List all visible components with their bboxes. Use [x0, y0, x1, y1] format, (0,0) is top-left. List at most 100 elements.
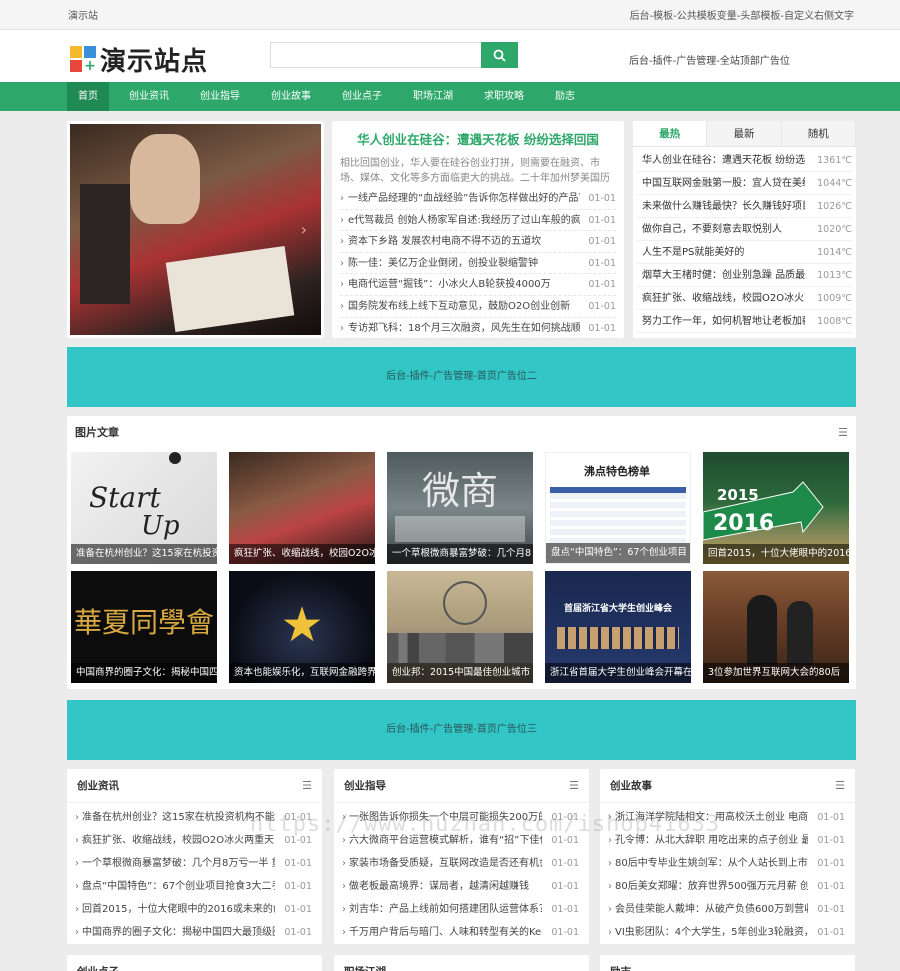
- nav-item-stories[interactable]: 创业故事: [260, 82, 322, 111]
- photo-card[interactable]: 3位参加世界互联网大会的80后: [703, 571, 849, 683]
- home-ad-slot-2[interactable]: 后台-插件-广告管理-首页广告位二: [67, 347, 856, 407]
- list-item[interactable]: 做你自己，不要刻意去取悦别人 1020℃: [637, 218, 852, 241]
- photo-card[interactable]: 華夏同學會 中国商界的圈子文化：揭秘中国四: [71, 571, 217, 683]
- list-item[interactable]: 未来做什么赚钱最快？长久赚钱好项目 1026℃: [637, 195, 852, 218]
- list-item[interactable]: 浙江海洋学院陆相文：用高校沃土创业 电商创业01-01: [608, 806, 845, 829]
- photo-caption: 回首2015，十位大佬眼中的2016: [703, 544, 849, 564]
- search-icon: [493, 49, 506, 62]
- column-title[interactable]: 职场江湖: [344, 955, 386, 971]
- search-box: [270, 42, 518, 68]
- list-item[interactable]: 电商代运营“掘钱”：小冰火人B轮获投4000万01-01: [340, 274, 616, 296]
- list-icon[interactable]: ☰: [835, 769, 845, 802]
- list-item[interactable]: 回首2015，十位大佬眼中的2016或未来的创业趋01-01: [75, 898, 312, 921]
- list-item[interactable]: 准备在杭州创业？这15家在杭投资机构不能错过01-01: [75, 806, 312, 829]
- list-icon[interactable]: ☰: [302, 769, 312, 802]
- nav-item-ideas[interactable]: 创业点子: [331, 82, 393, 111]
- slider-next-icon[interactable]: ›: [301, 220, 307, 239]
- photo-card[interactable]: 沸点特色榜单 盘点“中国特色”：67个创业项目: [545, 452, 691, 564]
- list-item[interactable]: 80后美女郑曜：放弃世界500强万元月薪 创办公01-01: [608, 875, 845, 898]
- tab-random[interactable]: 随机: [781, 121, 856, 146]
- star-icon: ★: [280, 597, 324, 653]
- column-title[interactable]: 励志: [610, 955, 631, 971]
- svg-text:2016: 2016: [713, 511, 774, 536]
- list-item[interactable]: 六大微商平台运营模式解析，谁有“招”下佳代01-01: [342, 829, 579, 852]
- site-name: 演示站: [68, 11, 98, 22]
- list-item[interactable]: VI虫影团队：4个大学生，5年创业3轮融资，营收01-01: [608, 921, 845, 944]
- header-ad-slot[interactable]: 后台-插件-广告管理-全站顶部广告位: [629, 52, 790, 67]
- list-item[interactable]: 会员佳荣能人戴坤：从破产负债600万到营收01-01: [608, 898, 845, 921]
- main-nav: 首页 创业资讯 创业指导 创业故事 创业点子 职场江湖 求职攻略 励志: [0, 82, 900, 111]
- photo-card[interactable]: 创业邦：2015中国最佳创业城市: [387, 571, 533, 683]
- list-item[interactable]: 疯狂扩张、收缩战线，校园O2O冰火两重天01-01: [75, 829, 312, 852]
- list-item[interactable]: 刘吉华：产品上线前如何搭建团队运营体系？01-01: [342, 898, 579, 921]
- nav-item-job-tips[interactable]: 求职攻略: [473, 82, 535, 111]
- search-input[interactable]: [270, 42, 481, 68]
- list-item[interactable]: e代驾裁员 创始人杨家军自述:我经历了过山车般的疯狂01-01: [340, 210, 616, 232]
- photo-card[interactable]: 疯狂扩张、收缩战线，校园O2O冰: [229, 452, 375, 564]
- tab-hottest[interactable]: 最热: [633, 121, 708, 146]
- headline-list: 一线产品经理的“血战经验”告诉你怎样做出好的产品？01-01 e代驾裁员 创始人…: [340, 188, 616, 340]
- photo-caption: 资本也能娱乐化，互联网金融跨界: [229, 663, 375, 683]
- list-item[interactable]: 80后中专毕业生姚剑军：从个人站长到上市公司01-01: [608, 852, 845, 875]
- logo-mark-icon: +: [70, 45, 98, 74]
- headline-title[interactable]: 华人创业在硅谷：遭遇天花板 纷纷选择回国: [340, 129, 616, 148]
- photo-articles-panel: 图片文章 ☰ Start Up 准备在杭州创业？这15家在杭投资 疯狂扩张、收缩战…: [67, 416, 856, 689]
- nav-item-news[interactable]: 创业资讯: [118, 82, 180, 111]
- list-item[interactable]: 中国商界的圈子文化：揭秘中国四大最顶级圈子01-01: [75, 921, 312, 944]
- list-item[interactable]: 千万用户背后与暗门、人味和转型有关的Keep法01-01: [342, 921, 579, 944]
- featured-slider[interactable]: ›: [67, 121, 324, 338]
- column-header: 创业点子: [67, 955, 322, 971]
- column-header: 创业资讯 ☰: [67, 769, 322, 803]
- photo-caption: 3位参加世界互联网大会的80后: [703, 663, 849, 683]
- list-icon[interactable]: ☰: [838, 416, 848, 450]
- list-item[interactable]: 家装市场备受质疑，互联网改造是否还有机会？01-01: [342, 852, 579, 875]
- photo-caption: 准备在杭州创业？这15家在杭投资: [71, 544, 217, 564]
- photo-card[interactable]: Start Up 准备在杭州创业？这15家在杭投资: [71, 452, 217, 564]
- list-item[interactable]: 人生不是PS就能美好的 1014℃: [637, 241, 852, 264]
- nav-item-inspiration[interactable]: 励志: [544, 82, 586, 111]
- nav-item-workplace[interactable]: 职场江湖: [402, 82, 464, 111]
- list-item[interactable]: 一张图告诉你损失一个中层可能损失200万的价值01-01: [342, 806, 579, 829]
- nav-item-guide[interactable]: 创业指导: [189, 82, 251, 111]
- column-list: 浙江海洋学院陆相文：用高校沃土创业 电商创业01-01 孔令博：从北大辞职 用吃…: [600, 803, 855, 944]
- svg-text:2015: 2015: [717, 486, 759, 504]
- list-item[interactable]: 盘点“中国特色”：67个创业项目抢食3大二手回01-01: [75, 875, 312, 898]
- nav-item-home[interactable]: 首页: [67, 82, 109, 111]
- photo-caption: 创业邦：2015中国最佳创业城市: [387, 663, 533, 683]
- list-item[interactable]: 做老板最高境界：谋局者，越清闲越赚钱01-01: [342, 875, 579, 898]
- photo-big-text: 微商: [421, 469, 498, 513]
- headline-summary: 相比回国创业，华人要在硅谷创业打拼，则需要在融资、市场、媒体、文化等多方面临更大…: [340, 158, 610, 184]
- list-icon[interactable]: ☰: [569, 769, 579, 802]
- list-item[interactable]: 一线产品经理的“血战经验”告诉你怎样做出好的产品？01-01: [340, 188, 616, 210]
- summit-title: 首届浙江省大学生创业峰会: [563, 604, 672, 614]
- photo-caption: 疯狂扩张、收缩战线，校园O2O冰: [229, 544, 375, 564]
- column-title[interactable]: 创业指导: [344, 769, 386, 802]
- photo-caption: 中国商界的圈子文化：揭秘中国四: [71, 663, 217, 683]
- list-item[interactable]: 孔令博：从北大辞职 用吃出来的点子创业 最后失01-01: [608, 829, 845, 852]
- list-item[interactable]: 烟草大王楮时健：创业别急躁 品质最重 1013℃: [637, 264, 852, 287]
- tab-newest[interactable]: 最新: [707, 121, 782, 146]
- search-button[interactable]: [481, 42, 518, 68]
- column-inspiration: 励志: [600, 955, 855, 971]
- photo-card[interactable]: 2015 2016 回首2015，十位大佬眼中的2016: [703, 452, 849, 564]
- list-item[interactable]: 资本下乡路 发展农村电商不得不迈的五道坎01-01: [340, 231, 616, 253]
- list-item[interactable]: 努力工作一年，如何机智地让老板加薪 1008℃: [637, 310, 852, 333]
- column-title[interactable]: 创业点子: [77, 955, 119, 971]
- list-item[interactable]: 专访郑飞科：18个月三次融资，风先生在如何挑战顺丰01-01: [340, 318, 616, 340]
- site-logo[interactable]: + 演示站点: [70, 41, 208, 78]
- photo-card[interactable]: ★ 资本也能娱乐化，互联网金融跨界: [229, 571, 375, 683]
- slider-image[interactable]: ›: [70, 124, 321, 335]
- home-ad-slot-3[interactable]: 后台-插件-广告管理-首页广告位三: [67, 700, 856, 760]
- column-guide: 创业指导 ☰ 一张图告诉你损失一个中层可能损失200万的价值01-01 六大微商平…: [334, 769, 589, 944]
- column-header: 创业指导 ☰: [334, 769, 589, 803]
- column-title[interactable]: 创业故事: [610, 769, 652, 802]
- list-item[interactable]: 陈一佳：美亿万企业倒闭，创投业裂缩警钟01-01: [340, 253, 616, 275]
- list-item[interactable]: 华人创业在硅谷：遭遇天花板 纷纷选择 1361℃: [637, 149, 852, 172]
- column-title[interactable]: 创业资讯: [77, 769, 119, 802]
- list-item[interactable]: 疯狂扩张、收缩战线，校园O2O冰火两 1009℃: [637, 287, 852, 310]
- photo-card[interactable]: 首届浙江省大学生创业峰会 浙江省首届大学生创业峰会开幕在: [545, 571, 691, 683]
- list-item[interactable]: 国务院发布线上线下互动意见，鼓励O2O创业创新01-01: [340, 296, 616, 318]
- list-item[interactable]: 中国互联网金融第一股：宜人贷在美纽交 1044℃: [637, 172, 852, 195]
- list-item[interactable]: 一个草根微商暴富梦破：几个月8万亏一半 重回01-01: [75, 852, 312, 875]
- photo-card[interactable]: 微商 一个草根微商暴富梦破：几个月8: [387, 452, 533, 564]
